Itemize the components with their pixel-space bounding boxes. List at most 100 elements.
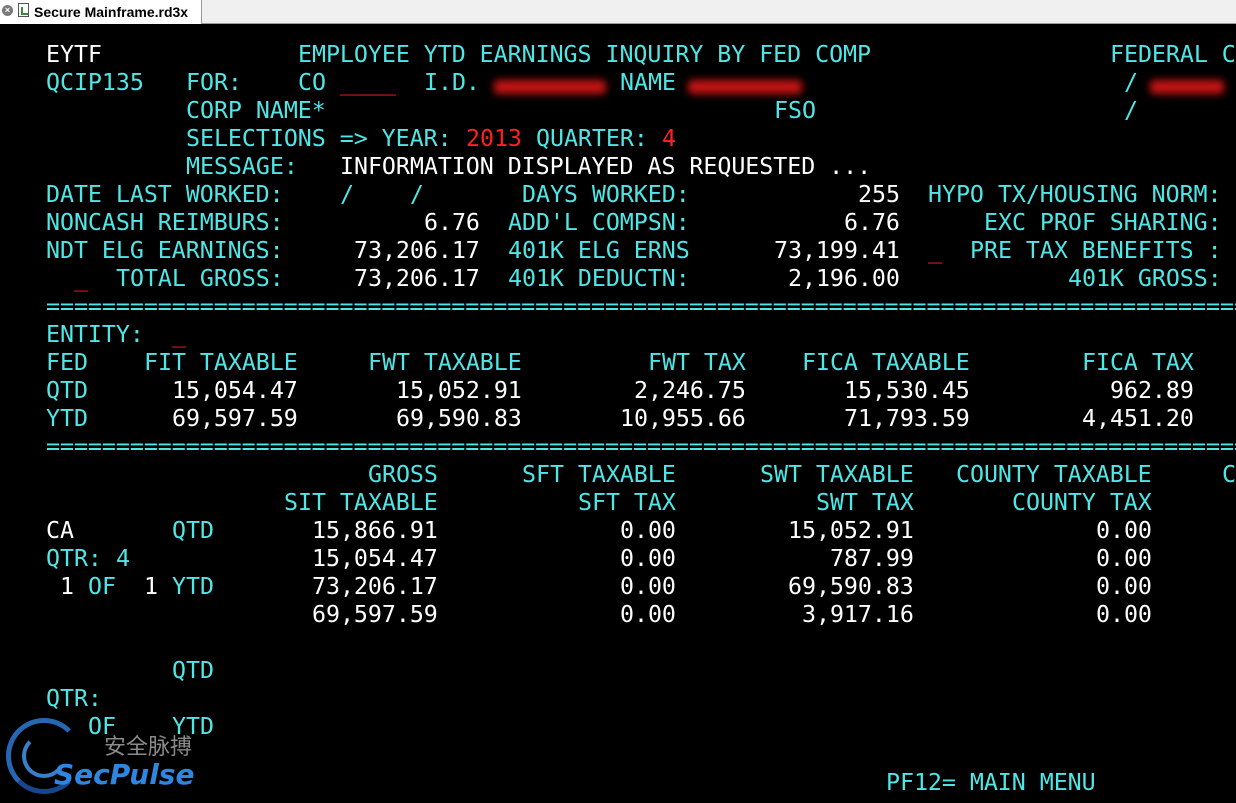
pretax-label: PRE TAX BENEFITS : [970,237,1222,264]
pf12-main-menu[interactable]: PF12= MAIN MENU [886,769,1096,797]
fed-qtd-fica-taxable: 15,530.45 [844,377,970,404]
for-label: FOR: [186,69,242,96]
sft-taxable-header: SFT TAXABLE [522,461,676,488]
elg-401k-label: 401K ELG ERNS [508,237,690,264]
tab-label: Secure Mainframe.rd3x [34,4,189,20]
deductn-401k-label: 401K DEDUCTN: [508,265,690,292]
tab-bar: × Secure Mainframe.rd3x [0,0,1236,24]
sft-tax-header: SFT TAX [578,489,676,516]
empty-qtd-label: QTD [172,657,214,684]
fed-qtd-label: QTD [46,377,88,404]
elg-401k-value: 73,199.41 [774,237,900,264]
state-r2-swt: 787.99 [830,545,914,572]
redacted-federal [1150,80,1224,94]
total-gross-value: 73,206.17 [354,265,480,292]
separator-1: ========================================… [46,293,1236,320]
county-taxable-header: COUNTY TAXABLE [956,461,1152,488]
days-worked-value: 255 [858,181,900,208]
swt-tax-header: SWT TAX [816,489,914,516]
screen-id: QCIP135 [46,69,144,96]
fed-ytd-fica-taxable: 71,793.59 [844,405,970,432]
addl-compsn-value: 6.76 [844,209,900,236]
total-flag-input[interactable]: _ [74,265,88,293]
year-field[interactable]: 2013 [466,125,522,153]
fed-ytd-fwt-taxable: 69,590.83 [396,405,522,432]
status-message: INFORMATION DISPLAYED AS REQUESTED ... [340,153,872,180]
co-input[interactable]: ____ [340,69,396,97]
fso-label: FSO [774,97,816,124]
state-r3-county: 0.00 [1096,573,1152,600]
state-r1-sft: 0.00 [620,517,676,544]
hypo-label: HYPO TX/HOUSING NORM: [928,181,1222,208]
state-r4-swt: 3,917.16 [802,601,914,628]
fed-ytd-fwt-tax: 10,955.66 [620,405,746,432]
state-r1-swt: 15,052.91 [788,517,914,544]
document-icon [18,3,29,17]
date-last-worked-label: DATE LAST WORKED: [46,181,284,208]
noncash-label: NONCASH REIMBURS: [46,209,284,236]
id-label: I.D. [424,69,480,96]
days-worked-label: DAYS WORKED: [522,181,690,208]
co-label: CO [298,69,326,96]
fica-taxable-header: FICA TAXABLE [802,349,970,376]
quarter-field[interactable]: 4 [662,125,676,153]
close-icon[interactable]: × [2,5,13,16]
state-r2-county: 0.00 [1096,545,1152,572]
page-current: 1 [60,573,74,600]
selections-label: SELECTIONS => YEAR: [186,125,452,152]
entity-input[interactable]: _ [172,321,186,349]
total-gross-label: TOTAL GROSS: [116,265,284,292]
gross-header: GROSS [368,461,438,488]
federal-slash-2: / [1124,97,1138,124]
name-label: NAME [620,69,676,96]
quarter-label: QUARTER: [536,125,648,152]
state-r3-swt: 69,590.83 [788,573,914,600]
fed-qtd-fwt-tax: 2,246.75 [634,377,746,404]
sit-taxable-header: SIT TAXABLE [284,489,438,516]
state-r4-gross: 69,597.59 [312,601,438,628]
fwt-taxable-header: FWT TAXABLE [368,349,522,376]
redacted-name [688,80,802,94]
separator-2: ========================================… [46,433,1236,460]
federal-label: FEDERAL C [1110,41,1236,68]
state-r1-county: 0.00 [1096,517,1152,544]
county-tax-header: COUNTY TAX [1012,489,1152,516]
page-total: 1 [144,573,158,600]
addl-compsn-label: ADD'L COMPSN: [508,209,690,236]
ndt-label: NDT ELG EARNINGS: [46,237,284,264]
state-r4-county: 0.00 [1096,601,1152,628]
exc-prof-sharing-label: EXC PROF SHARING: [984,209,1222,236]
page-of-label: OF [88,573,116,600]
state-code: CA [46,517,74,544]
noncash-value: 6.76 [424,209,480,236]
fed-qtd-fit-taxable: 15,054.47 [172,377,298,404]
gross-401k-label: 401K GROSS: [1068,265,1222,292]
fed-ytd-fit-taxable: 69,597.59 [172,405,298,432]
state-qtd-label: QTD [172,517,214,544]
tab-secure-mainframe[interactable]: × Secure Mainframe.rd3x [0,0,202,24]
state-r2-gross: 15,054.47 [312,545,438,572]
fed-ytd-fica-tax: 4,451.20 [1082,405,1194,432]
fed-qtd-fica-tax: 962.89 [1110,377,1194,404]
fed-ytd-label: YTD [46,405,88,432]
screen-title: EMPLOYEE YTD EARNINGS INQUIRY BY FED COM… [298,41,872,68]
fwt-tax-header: FWT TAX [648,349,746,376]
fed-header: FED [46,349,88,376]
state-r2-sft: 0.00 [620,545,676,572]
qtr-value: 4 [116,545,130,572]
state-r3-sft: 0.00 [620,573,676,600]
fed-qtd-fwt-taxable: 15,052.91 [396,377,522,404]
program-code: EYTF [46,41,102,68]
state-r4-sft: 0.00 [620,601,676,628]
fica-tax-header: FICA TAX [1082,349,1194,376]
watermark-en: SecPulse [54,758,195,791]
corp-name-label: CORP NAME* [186,97,326,124]
terminal-screen[interactable]: EYTF EMPLOYEE YTD EARNINGS INQUIRY BY FE… [0,24,1236,803]
pretax-flag-input[interactable]: _ [928,237,942,265]
ndt-value: 73,206.17 [354,237,480,264]
empty-qtr-label: QTR: [46,685,102,712]
state-ytd-label: YTD [172,573,214,600]
swt-taxable-header: SWT TAXABLE [760,461,914,488]
fit-taxable-header: FIT TAXABLE [144,349,298,376]
c-header: C [1222,461,1236,488]
